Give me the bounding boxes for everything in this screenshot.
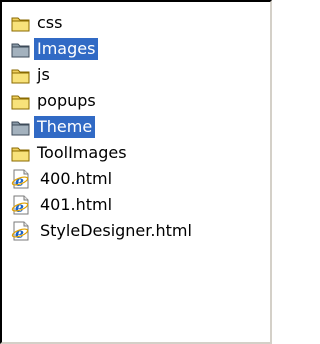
tree-item-label: js bbox=[37, 65, 50, 84]
tree-item-toolimages[interactable]: ToolImages bbox=[10, 140, 270, 166]
svg-text:e: e bbox=[15, 200, 24, 216]
folder-icon bbox=[10, 142, 32, 164]
tree-item-label: Images bbox=[34, 38, 99, 60]
file-tree-pane: css Images js popups Theme ToolImages e … bbox=[0, 0, 272, 344]
folder-icon bbox=[10, 116, 32, 138]
svg-text:e: e bbox=[15, 226, 24, 242]
tree-item-images[interactable]: Images bbox=[10, 36, 270, 62]
ie-html-file-icon: e bbox=[10, 220, 32, 242]
folder-icon bbox=[10, 64, 32, 86]
ie-html-file-icon: e bbox=[10, 194, 32, 216]
tree-item-label: StyleDesigner.html bbox=[40, 221, 192, 240]
folder-icon bbox=[10, 12, 32, 34]
tree-item-styledesigner-html[interactable]: e StyleDesigner.html bbox=[10, 218, 270, 244]
svg-text:e: e bbox=[15, 174, 24, 190]
tree-item-label: 401.html bbox=[40, 195, 113, 214]
tree-item-label: Theme bbox=[34, 116, 96, 138]
ie-html-file-icon: e bbox=[10, 168, 32, 190]
folder-icon bbox=[10, 38, 32, 60]
tree-item-label: ToolImages bbox=[37, 143, 127, 162]
tree-item-theme[interactable]: Theme bbox=[10, 114, 270, 140]
tree-item-popups[interactable]: popups bbox=[10, 88, 270, 114]
tree-item-401-html[interactable]: e 401.html bbox=[10, 192, 270, 218]
tree-item-js[interactable]: js bbox=[10, 62, 270, 88]
tree-item-css[interactable]: css bbox=[10, 10, 270, 36]
file-tree: css Images js popups Theme ToolImages e … bbox=[10, 10, 270, 244]
tree-item-label: popups bbox=[37, 91, 96, 110]
tree-item-400-html[interactable]: e 400.html bbox=[10, 166, 270, 192]
tree-item-label: 400.html bbox=[40, 169, 113, 188]
tree-item-label: css bbox=[37, 13, 63, 32]
folder-icon bbox=[10, 90, 32, 112]
